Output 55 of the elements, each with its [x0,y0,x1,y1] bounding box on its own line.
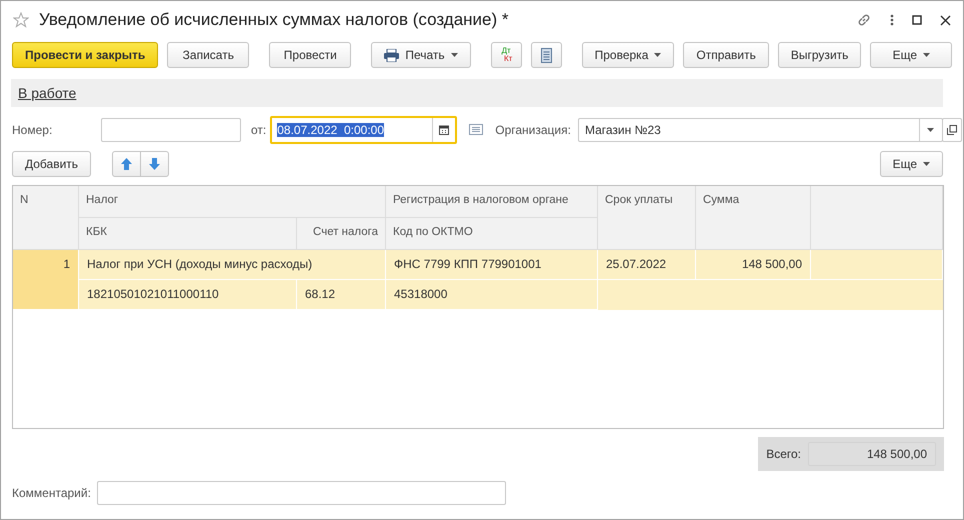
link-icon[interactable] [856,12,872,28]
table-cell: 68.12 [297,280,386,310]
move-down-button[interactable] [140,151,170,177]
print-button[interactable]: Печать [371,42,471,68]
maximize-icon[interactable] [912,15,922,25]
column-header: Регистрация в налоговом органе [386,186,598,218]
field-label: Организация: [495,122,571,136]
caret-icon [450,53,458,57]
toolbar-button[interactable]: Отправить [683,42,769,68]
document-list-icon [540,48,552,62]
printer-icon [384,48,400,62]
caret-icon [927,128,934,132]
column-header: Налог [79,186,386,218]
favorite-star-icon[interactable] [13,12,29,28]
menu-button[interactable]: Еще [880,151,943,177]
window-title: Уведомление об исчисленных суммах налогов (создание) * [39,10,510,30]
toolbar-button[interactable]: Провести [269,42,352,68]
caret-icon [923,53,930,57]
table-cell: 1 [13,250,79,310]
table-cell: Налог при УСН (доходы минус расходы) [79,250,386,280]
list-button[interactable] [530,42,562,68]
date-field[interactable]: 08.07.2022 0:00:00 [270,116,458,144]
comment-label: Комментарий: [12,486,91,500]
comment-field[interactable] [96,481,506,505]
table-cell: ФНС 7799 КПП 779901001 [386,250,598,280]
number-field[interactable] [101,118,241,142]
table-row[interactable]: 1 Налог при УСН (доходы минус расходы) ФНС 7799 КПП 779901001 25.07.2022 148 500,00 18210501021011000110 68.12 45318000 [13,250,943,310]
caret-icon [923,162,930,166]
add-button[interactable]: Добавить [12,151,92,177]
calendar-icon[interactable] [439,124,450,134]
open-window-icon [946,124,957,134]
field-label: от: [251,122,266,136]
close-icon[interactable] [940,14,951,26]
menu-button[interactable]: Проверка [582,42,674,68]
up-arrow-icon [121,158,132,170]
toolbar-button[interactable]: Выгрузить [778,42,862,68]
table-cell: 18210501021011000110 [79,280,297,310]
table-cell: 148 500,00 [696,250,811,280]
move-up-button[interactable] [112,151,142,177]
open-button[interactable] [942,118,962,142]
down-arrow-icon [149,158,160,170]
table-cell: 25.07.2022 [598,250,696,280]
table-cell: 45318000 [386,280,598,310]
status-link[interactable]: В работе [18,85,76,101]
toolbar-button[interactable]: Записать [167,42,250,68]
more-icon[interactable] [890,14,894,26]
total-label: Всего: [766,447,801,461]
field-label: Номер: [12,122,54,136]
post-and-close-button[interactable]: Провести и закрыть [12,42,158,68]
document-icon[interactable] [469,124,484,135]
total-value: 148 500,00 [808,442,936,466]
caret-icon [654,53,662,57]
debit-credit-button[interactable]: Дт Кт [490,42,522,68]
organization-field[interactable]: Магазин №23 [578,118,943,142]
menu-button[interactable]: Еще [870,42,952,68]
